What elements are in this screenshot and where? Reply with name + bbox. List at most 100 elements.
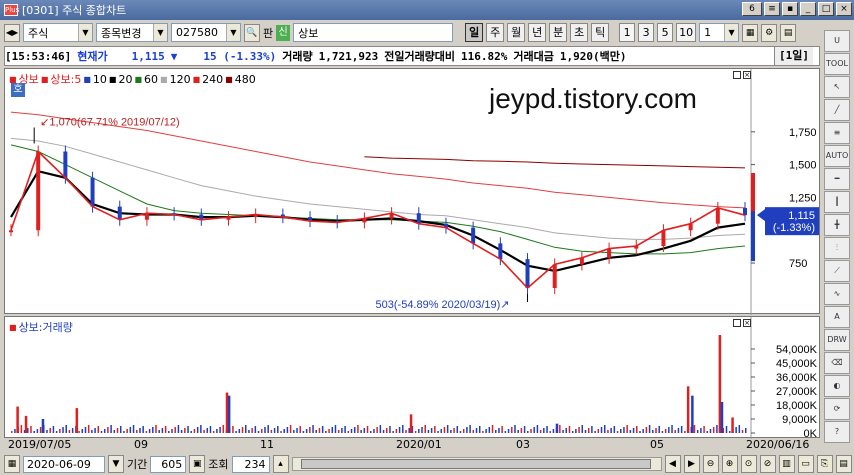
period-year-button[interactable]: 년 (528, 23, 547, 42)
lock-icon[interactable]: ▪ (782, 2, 798, 16)
prev-stock-icon[interactable]: ◀▶ (4, 23, 20, 42)
price-change: 15 (-1.33%) (203, 49, 277, 63)
quote-badge[interactable]: 호 (11, 83, 25, 97)
market-select[interactable]: 주식 ▼ (23, 23, 93, 42)
color-icon[interactable]: ◐ (824, 375, 850, 397)
chevron-down-icon[interactable]: ▼ (153, 24, 167, 41)
search-icon[interactable]: ▣ (189, 455, 206, 473)
legend-item[interactable]: 480 (235, 73, 256, 86)
interval-10-button[interactable]: 10 (676, 23, 697, 42)
tool-menu-icon[interactable]: TOOL (824, 53, 850, 75)
legend-item[interactable]: 120 (170, 73, 191, 86)
legend-item[interactable]: 240 (202, 73, 223, 86)
volume-bar-small (196, 427, 199, 433)
refresh-icon[interactable]: ⟳ (824, 398, 850, 420)
search-icon[interactable]: 🔍 (244, 23, 260, 42)
scroll-left-icon[interactable]: ◀ (664, 455, 681, 473)
fibonacci-icon[interactable]: ⫶ (824, 237, 850, 259)
period-month-button[interactable]: 월 (507, 23, 526, 42)
layout-icon[interactable]: ▤ (780, 23, 797, 42)
cross-line-icon[interactable]: ╋ (824, 214, 850, 236)
calendar-icon[interactable]: ▦ (4, 455, 20, 473)
period-input[interactable]: 605 (150, 455, 187, 473)
help-icon[interactable]: ? (824, 421, 850, 443)
window-count-button[interactable]: 6 (742, 2, 762, 16)
price-chart-panel[interactable]: ■ 상보 ■ 상보:5 ■ 10 ■ 20 ■ 60 ■ 120 ■ 240 ■ 480 × 호 jeypd.… (4, 68, 820, 315)
interval-1-button[interactable]: 1 (619, 23, 636, 42)
view-count-input[interactable]: 234 (231, 455, 270, 473)
channel-tool-icon[interactable]: ≡ (824, 122, 850, 144)
period-week-button[interactable]: 주 (486, 23, 505, 42)
pointer-tool-icon[interactable]: ↖ (824, 76, 850, 98)
panel-maximize-icon[interactable] (733, 319, 741, 327)
period-day-button[interactable]: 일 (465, 23, 484, 42)
bar-chart-icon[interactable]: ▥ (778, 455, 795, 473)
volume-bar-small (462, 429, 465, 433)
volume-bar-small (184, 428, 186, 433)
legend-item[interactable]: 상보:5 (50, 71, 81, 87)
volume-bar-small (33, 431, 35, 433)
scroll-right-icon[interactable]: ▶ (683, 455, 700, 473)
volume-bar-small (514, 425, 516, 433)
volume-bar-small (328, 429, 330, 433)
eraser-icon[interactable]: ⌫ (824, 352, 850, 374)
panel-maximize-icon[interactable] (733, 71, 741, 79)
period-tag-button[interactable]: [1일] (774, 47, 813, 65)
period-second-button[interactable]: 초 (570, 23, 589, 42)
legend-item[interactable]: 20 (118, 73, 132, 86)
period-minute-button[interactable]: 분 (549, 23, 568, 42)
legend-item[interactable]: 60 (144, 73, 158, 86)
legend-item[interactable]: 10 (93, 73, 107, 86)
zoom-reset-icon[interactable]: ⊙ (740, 455, 757, 473)
chart-scrollbar[interactable] (291, 457, 662, 471)
undo-tool-icon[interactable]: U (824, 30, 850, 52)
panel-close-icon[interactable]: × (743, 319, 751, 327)
volume-bar-small (610, 428, 612, 433)
link-icon[interactable]: ≡ (764, 2, 780, 16)
panel-close-icon[interactable]: × (743, 71, 751, 79)
gann-icon[interactable]: ⟋ (824, 260, 850, 282)
minimize-icon[interactable]: _ (800, 2, 816, 16)
chevron-down-icon[interactable]: ▼ (108, 455, 124, 473)
volume-bar-small (408, 428, 410, 433)
mode-select[interactable]: 종목변경 ▼ (96, 23, 168, 42)
volume-chart-panel[interactable]: ■ 상보:거래량 × 54,000K 45,000K 36,000K 27,000K 1… (4, 316, 820, 439)
grid-icon[interactable]: ▦ (742, 23, 759, 42)
chevron-down-icon[interactable]: ▼ (226, 24, 240, 41)
stock-name-field[interactable]: 상보 (293, 23, 454, 42)
screen-icon[interactable]: ▭ (797, 455, 814, 473)
volume-bar-small (20, 425, 23, 433)
volume-bar-small (504, 431, 507, 433)
period-tick-button[interactable]: 틱 (591, 23, 610, 42)
auto-tool-icon[interactable]: AUTO (824, 145, 850, 167)
spin-icon[interactable]: ▴ (272, 455, 289, 473)
draw-tool-icon[interactable]: DRW (824, 329, 850, 351)
zoom-in-icon[interactable]: ⊕ (721, 455, 738, 473)
more-icon[interactable]: ▤ (835, 455, 852, 473)
split-icon[interactable]: ⊘ (759, 455, 776, 473)
zoom-out-icon[interactable]: ⊖ (702, 455, 719, 473)
volume-bar-small (299, 426, 301, 433)
chart-scroll-thumb[interactable] (300, 459, 651, 469)
legend-marker-icon: ■ (134, 74, 143, 84)
settings-icon[interactable]: ⚙ (761, 23, 778, 42)
chevron-down-icon[interactable]: ▼ (724, 24, 739, 41)
stock-code-input[interactable]: 027580 ▼ (171, 23, 241, 42)
volume-bar-small (478, 426, 481, 433)
interval-select[interactable]: 1 ▼ (699, 23, 740, 42)
trendline-tool-icon[interactable]: ╱ (824, 99, 850, 121)
text-tool-icon[interactable]: A (824, 306, 850, 328)
link-icon[interactable]: ⎘ (816, 455, 833, 473)
interval-5-button[interactable]: 5 (657, 23, 674, 42)
maximize-icon[interactable]: □ (818, 2, 834, 16)
vertical-line-icon[interactable]: ┃ (824, 191, 850, 213)
volume-bar-small (238, 429, 241, 433)
volume-bar-small (71, 428, 74, 433)
wave-icon[interactable]: ∿ (824, 283, 850, 305)
chevron-down-icon[interactable]: ▼ (78, 24, 92, 41)
base-date-input[interactable]: 2020-06-09 (23, 455, 105, 473)
interval-3-button[interactable]: 3 (638, 23, 655, 42)
volume-bar-small (366, 426, 369, 433)
close-icon[interactable]: × (836, 2, 852, 16)
horizontal-line-icon[interactable]: ━ (824, 168, 850, 190)
